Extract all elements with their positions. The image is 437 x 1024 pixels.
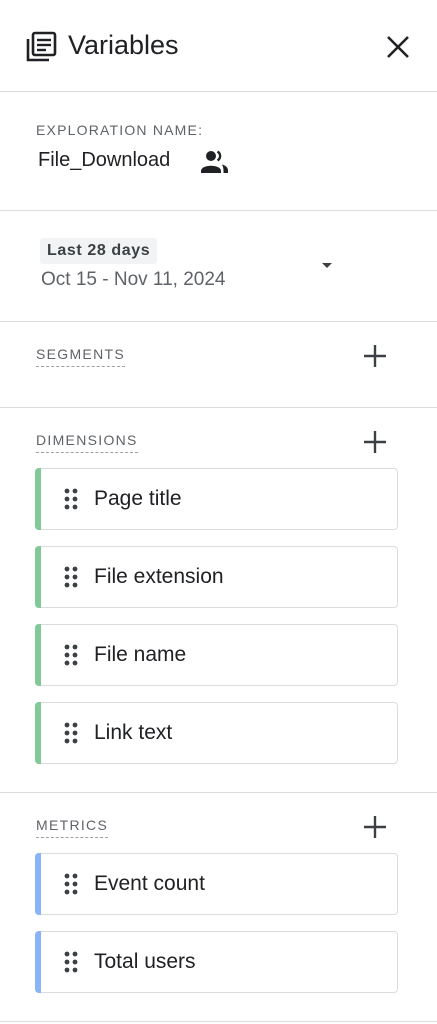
metric-chip[interactable]: Event count bbox=[34, 852, 398, 915]
dimension-color-bar bbox=[34, 467, 41, 530]
dimension-label: File extension bbox=[94, 565, 224, 588]
metric-color-bar bbox=[34, 930, 41, 993]
divider bbox=[0, 407, 437, 408]
add-dimension-button[interactable] bbox=[360, 427, 390, 457]
drag-handle-icon[interactable] bbox=[64, 873, 78, 895]
people-icon bbox=[201, 150, 228, 173]
panel-title: Variables bbox=[68, 30, 179, 60]
date-preset-chip[interactable]: Last 28 days bbox=[40, 238, 158, 264]
dimension-chip[interactable]: Page title bbox=[34, 467, 398, 530]
metric-chip[interactable]: Total users bbox=[34, 930, 398, 993]
report-icon bbox=[26, 31, 57, 62]
dimensions-label: DIMENSIONS bbox=[36, 431, 138, 453]
divider bbox=[0, 321, 437, 322]
drag-handle-icon[interactable] bbox=[64, 566, 78, 588]
segments-label: SEGMENTS bbox=[36, 345, 125, 367]
dimension-color-bar bbox=[34, 545, 41, 608]
exploration-name-caption: EXPLORATION NAME: bbox=[36, 122, 204, 138]
dimension-chip[interactable]: Link text bbox=[34, 701, 398, 764]
divider bbox=[0, 792, 437, 793]
drag-handle-icon[interactable] bbox=[64, 488, 78, 510]
metric-label: Total users bbox=[94, 950, 196, 973]
close-icon[interactable] bbox=[380, 29, 416, 65]
dimension-chip[interactable]: File name bbox=[34, 623, 398, 686]
dropdown-arrow-icon[interactable] bbox=[316, 258, 338, 272]
dimension-label: File name bbox=[94, 643, 187, 666]
add-metric-button[interactable] bbox=[360, 812, 390, 842]
date-range-text[interactable]: Oct 15 - Nov 11, 2024 bbox=[41, 266, 225, 294]
add-segment-button[interactable] bbox=[360, 341, 390, 371]
metrics-label: METRICS bbox=[36, 816, 109, 838]
metric-color-bar bbox=[34, 852, 41, 915]
dimension-color-bar bbox=[34, 623, 41, 686]
exploration-name[interactable]: File_Download bbox=[38, 146, 170, 174]
divider bbox=[0, 91, 437, 92]
variables-panel: Variables EXPLORATION NAME: File_Downloa… bbox=[0, 0, 437, 1024]
dimension-label: Page title bbox=[94, 487, 182, 510]
dimension-chip[interactable]: File extension bbox=[34, 545, 398, 608]
dimension-label: Link text bbox=[94, 721, 173, 744]
divider bbox=[0, 210, 437, 211]
divider bbox=[0, 1021, 437, 1022]
panel-header: Variables bbox=[0, 0, 437, 92]
drag-handle-icon[interactable] bbox=[64, 951, 78, 973]
drag-handle-icon[interactable] bbox=[64, 722, 78, 744]
dimension-color-bar bbox=[34, 701, 41, 764]
metric-label: Event count bbox=[94, 872, 205, 895]
drag-handle-icon[interactable] bbox=[64, 644, 78, 666]
